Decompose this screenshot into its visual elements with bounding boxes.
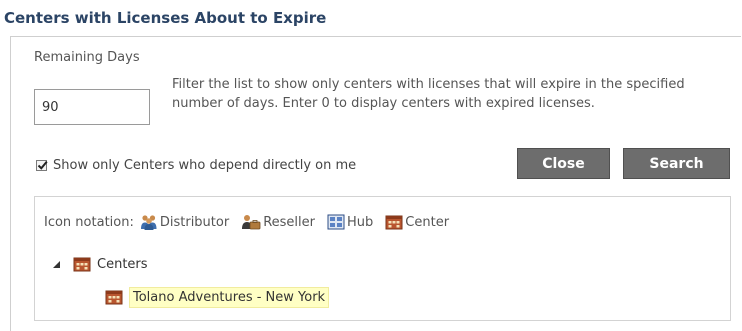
- tree-node-centers[interactable]: Centers: [52, 254, 148, 274]
- distributor-icon: [140, 215, 157, 230]
- reseller-icon: [242, 215, 261, 230]
- legend-item-hub: Hub: [327, 214, 373, 230]
- icon-legend: Icon notation: Distributor Reseller Hub …: [44, 212, 461, 232]
- expanded-triangle-icon: [53, 260, 60, 268]
- remaining-days-label: Remaining Days: [34, 50, 140, 65]
- tree-node-label: Centers: [97, 256, 148, 272]
- page-title: Centers with Licenses About to Expire: [4, 9, 327, 27]
- tree-node-tolano-adventures[interactable]: Tolano Adventures - New York: [105, 285, 330, 309]
- tree-node-icon: [105, 289, 123, 305]
- legend-item-label: Center: [405, 214, 450, 230]
- center-icon: [385, 215, 403, 230]
- legend-item-reseller: Reseller: [241, 214, 315, 230]
- center-icon: [105, 290, 123, 305]
- search-button[interactable]: Search: [623, 148, 730, 179]
- tree-expand-toggle[interactable]: [52, 260, 61, 269]
- show-direct-checkbox[interactable]: [36, 159, 48, 171]
- tree-node-label[interactable]: Tolano Adventures - New York: [129, 286, 330, 308]
- show-direct-row[interactable]: Show only Centers who depend directly on…: [36, 155, 356, 175]
- remaining-days-input[interactable]: [34, 89, 150, 125]
- close-button[interactable]: Close: [517, 148, 610, 179]
- hub-icon: [327, 214, 345, 230]
- tree-node-icon: [73, 256, 91, 272]
- legend-item-label: Reseller: [263, 214, 315, 230]
- show-direct-label: Show only Centers who depend directly on…: [53, 157, 357, 173]
- legend-item-label: Hub: [347, 214, 374, 230]
- legend-item-center: Center: [385, 214, 449, 230]
- legend-label: Icon notation:: [44, 214, 134, 230]
- legend-item-distributor: Distributor: [140, 214, 229, 230]
- center-icon: [73, 257, 91, 272]
- legend-item-label: Distributor: [159, 214, 230, 230]
- filter-help-text: Filter the list to show only centers wit…: [172, 77, 685, 111]
- checkmark-icon: [37, 160, 48, 170]
